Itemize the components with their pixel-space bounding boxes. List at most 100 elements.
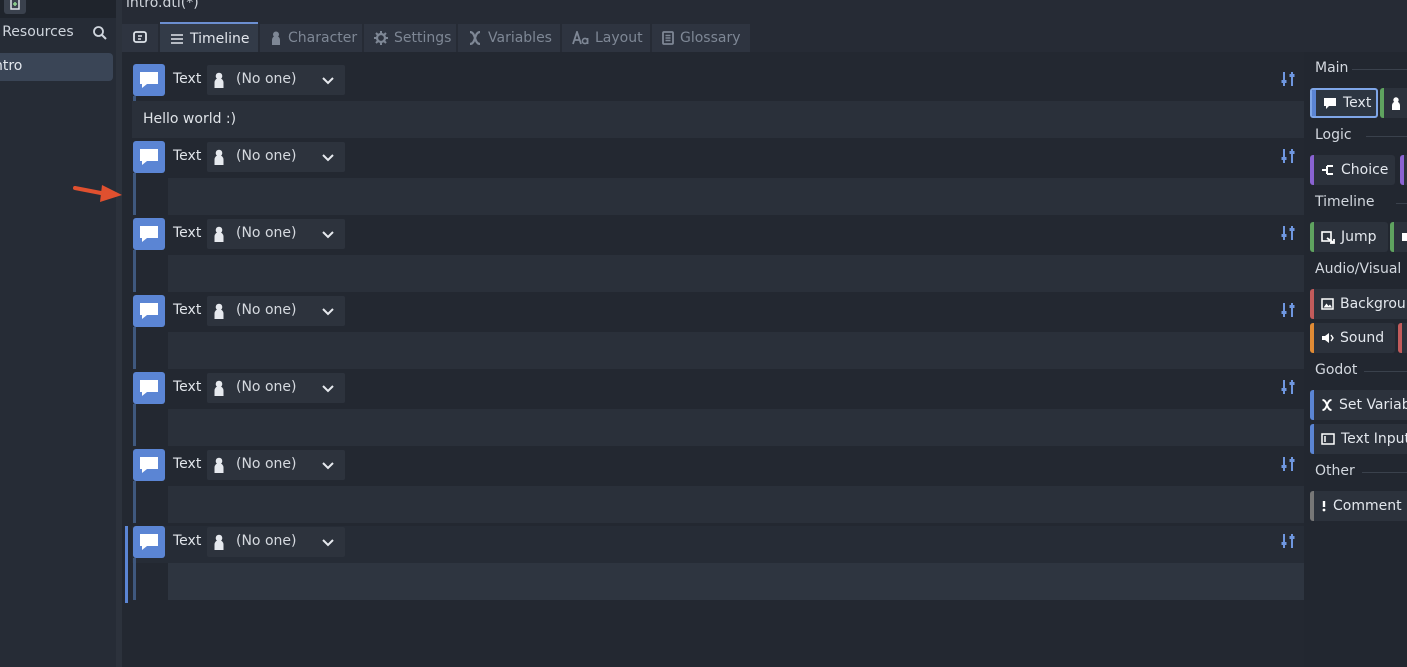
event-type-button[interactable] — [133, 141, 165, 173]
new-resource-button[interactable] — [4, 0, 26, 14]
character-picker[interactable]: (No one) — [207, 142, 345, 172]
event-type-button[interactable] — [133, 372, 165, 404]
event-header[interactable]: Text (No one) — [132, 372, 1304, 446]
event-settings-icon[interactable] — [1281, 302, 1295, 318]
event-color-stripe — [1310, 424, 1314, 454]
label-icon — [1401, 232, 1407, 242]
section-divider — [1366, 136, 1407, 137]
event-type-button[interactable] — [133, 64, 165, 96]
tab-timeline[interactable]: Timeline — [160, 22, 258, 54]
resources-search-label: r Resources — [0, 24, 74, 40]
add-event-button-sound[interactable]: Sound — [1310, 323, 1395, 353]
event-type-button[interactable] — [133, 295, 165, 327]
event-type-label: Text — [173, 379, 202, 395]
event-header[interactable]: Text (No one) — [132, 449, 1304, 523]
event-color-stripe — [1400, 155, 1404, 185]
event-type-button[interactable] — [133, 449, 165, 481]
event-settings-icon[interactable] — [1281, 148, 1295, 164]
speech-bubble-icon — [140, 226, 158, 242]
tab-settings[interactable]: Settings — [364, 24, 456, 52]
tab-variables[interactable]: Variables — [458, 24, 560, 52]
timeline-area[interactable]: Text (No one) Hello world :) Text (No on… — [122, 52, 1407, 667]
character-picker-value: (No one) — [236, 456, 297, 472]
event-button-label: Jump — [1341, 229, 1377, 245]
text-input-icon — [1321, 433, 1335, 445]
event-text-editor[interactable] — [168, 332, 1304, 369]
event-text-editor[interactable] — [168, 178, 1304, 215]
event-header[interactable]: Text (No one) — [132, 526, 1304, 600]
add-event-button-text[interactable]: Text — [1310, 88, 1378, 118]
person-icon — [214, 149, 224, 165]
character-picker[interactable]: (No one) — [207, 296, 345, 326]
resources-panel: r Resources ntro — [0, 0, 116, 667]
add-event-button[interactable] — [1400, 155, 1407, 185]
event-type-button[interactable] — [133, 526, 165, 558]
list-icon — [171, 34, 183, 44]
gear-icon — [374, 31, 388, 45]
add-event-button-set-variabl[interactable]: Set Variabl — [1310, 390, 1407, 420]
add-event-button-choice[interactable]: Choice — [1310, 155, 1395, 185]
event-palette: Main Text Logic Choice Timeline Jump Audio/Vis… — [1304, 52, 1407, 667]
person-icon — [214, 303, 224, 319]
add-event-button-jump[interactable]: Jump — [1310, 222, 1388, 252]
resource-item-label: ntro — [0, 58, 23, 74]
resources-search[interactable]: r Resources — [0, 22, 116, 46]
palette-section-label: Other — [1315, 463, 1355, 479]
tab-label: Layout — [595, 30, 643, 46]
tab-layout[interactable]: Layout — [562, 24, 650, 52]
add-event-button[interactable] — [1380, 88, 1407, 118]
search-icon[interactable] — [92, 25, 108, 41]
event-color-stripe — [1312, 90, 1316, 116]
event-type-label: Text — [173, 533, 202, 549]
add-event-button-backgrour[interactable]: Backgrour — [1310, 289, 1407, 319]
speech-bubble-icon — [1323, 97, 1337, 109]
editor-tabbar: Timeline Character Settings Variables La… — [122, 22, 1407, 54]
person-icon — [214, 380, 224, 396]
resource-item-intro[interactable]: ntro — [0, 53, 113, 81]
event-header[interactable]: Text (No one) — [132, 141, 1304, 215]
event-indent-line — [133, 250, 136, 292]
event-button-label: Set Variabl — [1339, 397, 1407, 413]
event-type-button[interactable] — [133, 218, 165, 250]
character-picker[interactable]: (No one) — [207, 219, 345, 249]
character-picker[interactable]: (No one) — [207, 527, 345, 557]
event-settings-icon[interactable] — [1281, 456, 1295, 472]
section-divider — [1362, 472, 1407, 473]
event-button-label: Sound — [1340, 330, 1385, 346]
event-text-editor[interactable] — [168, 563, 1304, 600]
book-icon — [662, 31, 674, 45]
timeline-editor: intro.dtl(*) Timeline Character Settings… — [122, 0, 1407, 667]
tab-glossary[interactable]: Glossary — [652, 24, 750, 52]
event-color-stripe — [1310, 289, 1314, 319]
add-event-button-comment[interactable]: Comment — [1310, 491, 1407, 521]
event-header[interactable]: Text (No one) — [132, 218, 1304, 292]
tab-dialogic[interactable] — [122, 24, 158, 52]
image-icon — [1321, 298, 1334, 310]
event-settings-icon[interactable] — [1281, 379, 1295, 395]
event-settings-icon[interactable] — [1281, 71, 1295, 87]
add-event-button[interactable] — [1398, 323, 1407, 353]
add-event-button-text-input[interactable]: Text Input — [1310, 424, 1407, 454]
event-button-label: Backgrour — [1340, 296, 1407, 312]
event-color-stripe — [1310, 222, 1314, 252]
speech-bubble-icon — [140, 380, 158, 396]
chevron-down-icon — [322, 385, 334, 393]
character-picker[interactable]: (No one) — [207, 450, 345, 480]
add-event-button[interactable] — [1390, 222, 1407, 252]
event-text-editor[interactable] — [168, 255, 1304, 292]
event-text-editor[interactable] — [168, 409, 1304, 446]
palette-section-label: Timeline — [1315, 194, 1375, 210]
event-text-editor[interactable] — [168, 486, 1304, 523]
event-settings-icon[interactable] — [1281, 533, 1295, 549]
event-header[interactable]: Text (No one) — [132, 295, 1304, 369]
character-picker[interactable]: (No one) — [207, 373, 345, 403]
event-indent-line — [133, 481, 136, 523]
event-header[interactable]: Text (No one) — [132, 64, 1304, 138]
event-text-editor[interactable]: Hello world :) — [132, 101, 1304, 138]
character-picker[interactable]: (No one) — [207, 65, 345, 95]
chevron-down-icon — [322, 154, 334, 162]
event-settings-icon[interactable] — [1281, 225, 1295, 241]
tab-character[interactable]: Character — [260, 24, 362, 52]
speech-bubble-icon — [140, 457, 158, 473]
resources-toolbar — [0, 0, 116, 18]
